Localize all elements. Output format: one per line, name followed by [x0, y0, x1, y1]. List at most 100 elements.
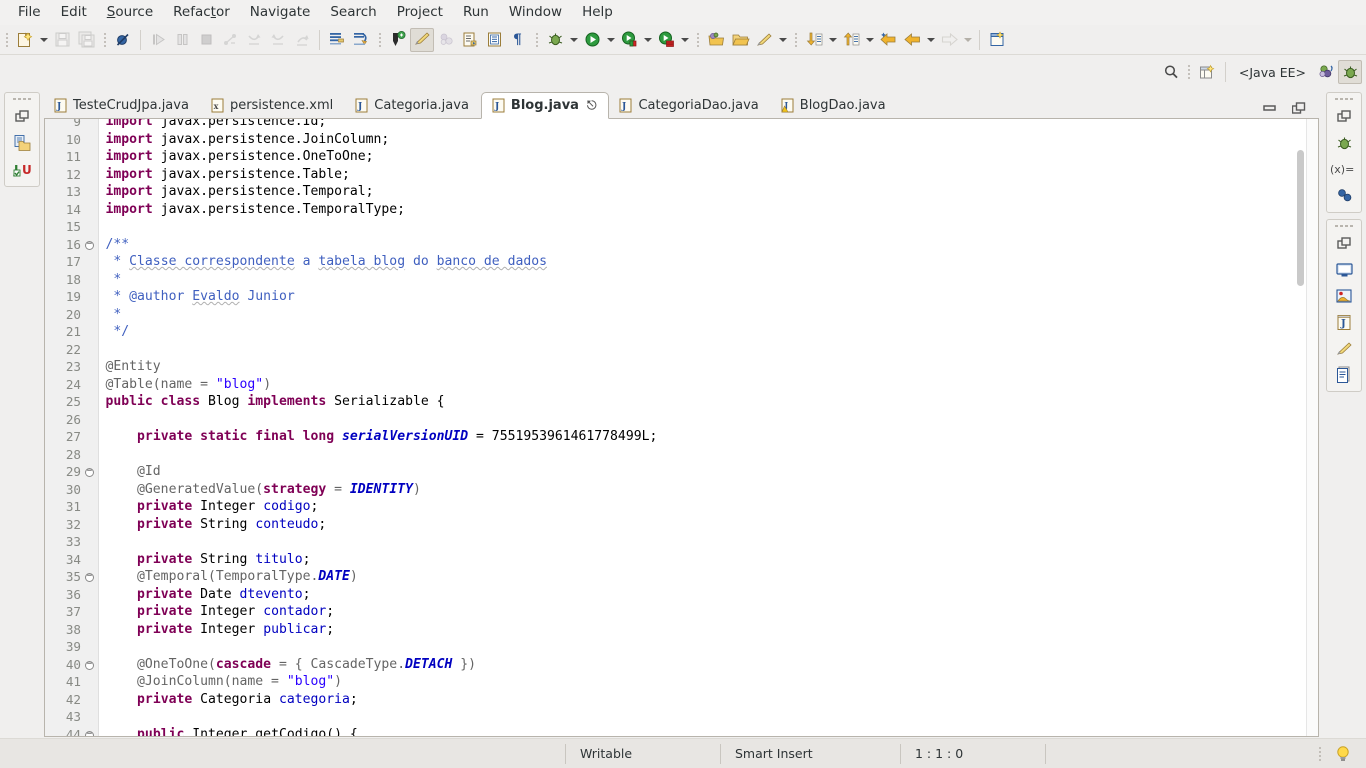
- code-line[interactable]: 28: [45, 446, 657, 464]
- open-perspective-quick-button[interactable]: [1196, 60, 1220, 84]
- code-text[interactable]: private Categoria categoria;: [98, 692, 657, 710]
- back-button[interactable]: [900, 28, 924, 52]
- javadoc-view-button[interactable]: J: [1330, 309, 1358, 335]
- servers-view-button[interactable]: [1330, 283, 1358, 309]
- source-editor[interactable]: 9 import javax.persistence.Id; 10 import ja…: [44, 119, 1319, 737]
- open-task-button[interactable]: [482, 28, 506, 52]
- code-line[interactable]: 19 * @author Evaldo Junior: [45, 289, 657, 307]
- debug-view-button[interactable]: [1330, 130, 1358, 156]
- code-line[interactable]: 14 import javax.persistence.TemporalType;: [45, 201, 657, 220]
- stack-grip[interactable]: [13, 95, 31, 104]
- code-text[interactable]: * Classe correspondente a tabela blog do…: [98, 254, 657, 272]
- code-text[interactable]: *: [98, 307, 657, 325]
- project-explorer-button[interactable]: [8, 130, 36, 156]
- editor-tab-persistence-xml[interactable]: x persistence.xml: [201, 92, 345, 118]
- new-wizard-dropdown[interactable]: [37, 28, 50, 52]
- menu-navigate[interactable]: Navigate: [240, 1, 321, 24]
- pencil-dropdown[interactable]: [776, 28, 789, 52]
- code-text[interactable]: private Integer publicar;: [98, 622, 657, 640]
- debug-button[interactable]: [543, 28, 567, 52]
- run-button[interactable]: [580, 28, 604, 52]
- code-text[interactable]: private Integer contador;: [98, 604, 657, 622]
- fold-collapse-icon[interactable]: [83, 726, 96, 736]
- code-text[interactable]: [98, 639, 657, 657]
- code-line[interactable]: 23 @Entity: [45, 359, 657, 377]
- code-line[interactable]: 13 import javax.persistence.Temporal;: [45, 184, 657, 202]
- code-text[interactable]: [98, 709, 657, 727]
- menu-file[interactable]: File: [8, 1, 51, 24]
- code-line[interactable]: 34 private String titulo;: [45, 551, 657, 569]
- maximize-icon[interactable]: [1292, 102, 1307, 115]
- code-line[interactable]: 15: [45, 219, 657, 237]
- debug-perspective-button[interactable]: [1338, 60, 1362, 84]
- toolbar-grip[interactable]: [3, 29, 10, 51]
- editor-tab-categoriadao[interactable]: J CategoriaDao.java: [609, 92, 770, 118]
- overview-ruler[interactable]: [1306, 119, 1318, 736]
- debug-dropdown[interactable]: [567, 28, 580, 52]
- code-line[interactable]: 12 import javax.persistence.Table;: [45, 166, 657, 185]
- next-annotation-button[interactable]: [325, 28, 349, 52]
- code-text[interactable]: private Integer codigo;: [98, 499, 657, 517]
- editor-tab-blog[interactable]: J Blog.java ⎋: [480, 92, 610, 119]
- code-line[interactable]: 30 @GeneratedValue(strategy = IDENTITY): [45, 481, 657, 500]
- code-text[interactable]: * @author Evaldo Junior: [98, 289, 657, 307]
- code-text[interactable]: @GeneratedValue(strategy = IDENTITY): [98, 482, 657, 500]
- code-text[interactable]: @JoinColumn(name = "blog"): [98, 674, 657, 692]
- code-text[interactable]: [98, 534, 657, 552]
- restore-view-button[interactable]: [8, 104, 36, 130]
- code-line[interactable]: 22: [45, 341, 657, 360]
- code-text[interactable]: [98, 342, 657, 360]
- annotations-view-button[interactable]: [1330, 335, 1358, 361]
- code-line[interactable]: 35 @Temporal(TemporalType.DATE): [45, 569, 657, 587]
- menu-source[interactable]: Source: [97, 1, 163, 24]
- code-line[interactable]: 24 @Table(name = "blog"): [45, 376, 657, 394]
- code-line[interactable]: 18 *: [45, 271, 657, 289]
- menu-search[interactable]: Search: [320, 1, 386, 24]
- fold-collapse-icon[interactable]: [83, 569, 96, 587]
- restore-outline-view-button[interactable]: [1330, 231, 1358, 257]
- code-line[interactable]: 21 */: [45, 324, 657, 342]
- restore-debug-view-button[interactable]: [1330, 104, 1358, 130]
- new-java-package-button[interactable]: [386, 28, 410, 52]
- editor-vertical-scrollbar[interactable]: [1295, 119, 1306, 736]
- toolbar-grip-5[interactable]: [694, 29, 701, 51]
- menu-run[interactable]: Run: [453, 1, 499, 24]
- code-line[interactable]: 9 import javax.persistence.Id;: [45, 119, 657, 132]
- run-dropdown[interactable]: [604, 28, 617, 52]
- editor-tab-testecrudjpa[interactable]: J TesteCrudJpa.java: [44, 92, 201, 118]
- menu-refactor[interactable]: Refactor: [163, 1, 240, 24]
- editor-tab-categoria[interactable]: J Categoria.java: [345, 92, 481, 118]
- editor-tab-blogdao[interactable]: J BlogDao.java: [771, 92, 898, 118]
- fold-collapse-icon[interactable]: [83, 464, 96, 482]
- quick-access-grip[interactable]: [1186, 61, 1193, 83]
- fold-collapse-icon[interactable]: [83, 236, 96, 254]
- breakpoints-view-button[interactable]: [1330, 182, 1358, 208]
- status-grip[interactable]: [1315, 745, 1324, 763]
- editor-tab-close-icon[interactable]: ⎋: [587, 98, 597, 113]
- code-line[interactable]: 25 public class Blog implements Serializa…: [45, 394, 657, 412]
- code-text[interactable]: import javax.persistence.JoinColumn;: [98, 132, 657, 150]
- run-on-server-dropdown[interactable]: [641, 28, 654, 52]
- code-text[interactable]: @Id: [98, 464, 657, 482]
- status-tip-button[interactable]: [1334, 744, 1366, 764]
- debug-on-server-button[interactable]: [654, 28, 678, 52]
- code-text[interactable]: public class Blog implements Serializabl…: [98, 394, 657, 412]
- code-line[interactable]: 43: [45, 709, 657, 727]
- menu-window[interactable]: Window: [499, 1, 572, 24]
- code-text[interactable]: import javax.persistence.TemporalType;: [98, 202, 657, 220]
- code-line[interactable]: 16 /**: [45, 236, 657, 254]
- code-text[interactable]: @OneToOne(cascade = { CascadeType.DETACH…: [98, 657, 657, 675]
- code-line[interactable]: 27 private static final long serialVersi…: [45, 429, 657, 447]
- code-text[interactable]: import javax.persistence.Table;: [98, 167, 657, 185]
- code-text[interactable]: */: [98, 324, 657, 342]
- show-whitespace-button[interactable]: ¶: [506, 28, 530, 52]
- console-view-button[interactable]: [1330, 257, 1358, 283]
- fold-collapse-icon[interactable]: [83, 656, 96, 674]
- junit-button[interactable]: J U: [8, 156, 36, 182]
- open-type-button[interactable]: [458, 28, 482, 52]
- stack-grip-outline[interactable]: [1335, 222, 1353, 231]
- code-line[interactable]: 10 import javax.persistence.JoinColumn;: [45, 131, 657, 150]
- toolbar-grip-4[interactable]: [533, 29, 540, 51]
- stack-grip-debug[interactable]: [1335, 95, 1353, 104]
- code-line[interactable]: 29 @Id: [45, 464, 657, 482]
